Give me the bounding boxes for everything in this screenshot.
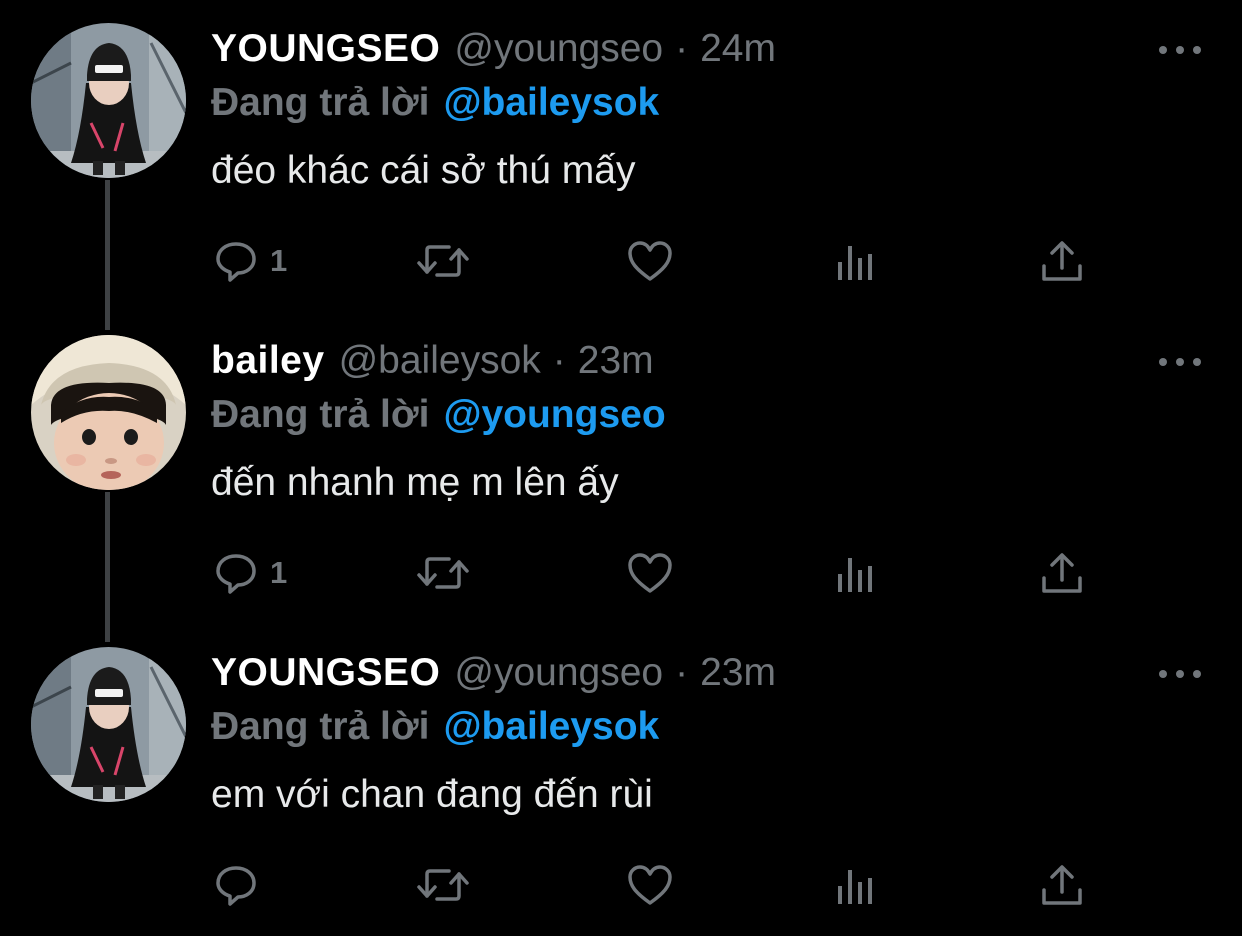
tweet[interactable]: YOUNGSEO @youngseo · 24m Đang trả lời @b… xyxy=(0,0,1242,312)
user-handle[interactable]: @youngseo xyxy=(454,651,663,695)
share-button[interactable] xyxy=(1040,857,1084,913)
heart-icon xyxy=(628,865,672,905)
mention-link[interactable]: @baileysok xyxy=(443,81,659,125)
more-icon[interactable] xyxy=(1158,352,1202,372)
reply-count: 1 xyxy=(270,555,288,590)
analytics-button[interactable] xyxy=(836,857,876,913)
more-icon[interactable] xyxy=(1158,664,1202,684)
analytics-button[interactable] xyxy=(836,233,876,289)
analytics-icon xyxy=(838,246,872,280)
reply-button[interactable]: 1 xyxy=(214,545,287,601)
analytics-icon xyxy=(838,870,872,904)
tweet-text: đến nhanh mẹ m lên ấy xyxy=(211,461,619,504)
separator-dot: · xyxy=(675,651,689,694)
user-handle[interactable]: @youngseo xyxy=(454,27,663,71)
separator-dot: · xyxy=(675,27,689,70)
analytics-button[interactable] xyxy=(836,545,876,601)
share-button[interactable] xyxy=(1040,545,1084,601)
retweet-button[interactable] xyxy=(415,857,471,913)
share-button[interactable] xyxy=(1040,233,1084,289)
timestamp[interactable]: 23m xyxy=(700,651,776,695)
tweet[interactable]: bailey @baileysok · 23m Đang trả lời @yo… xyxy=(0,312,1242,624)
share-icon xyxy=(1042,553,1082,593)
like-button[interactable] xyxy=(626,233,674,289)
replying-to: Đang trả lời @baileysok xyxy=(211,702,659,752)
tweet-text: đéo khác cái sở thú mấy xyxy=(211,149,636,192)
like-button[interactable] xyxy=(626,545,674,601)
retweet-icon xyxy=(417,245,469,277)
separator-dot: · xyxy=(552,339,566,382)
tweet-actions xyxy=(0,857,1242,913)
tweet-actions: 1 xyxy=(0,545,1242,601)
replying-to-label: Đang trả lời xyxy=(211,705,430,748)
reply-icon xyxy=(216,242,256,282)
avatar[interactable] xyxy=(31,647,186,802)
replying-to-label: Đang trả lời xyxy=(211,81,430,124)
avatar[interactable] xyxy=(31,23,186,178)
timestamp[interactable]: 24m xyxy=(700,27,776,71)
tweet-header: YOUNGSEO @youngseo · 24m xyxy=(211,24,776,74)
reply-button[interactable] xyxy=(214,857,270,913)
heart-icon xyxy=(628,553,672,593)
tweet-actions: 1 xyxy=(0,233,1242,289)
reply-count: 1 xyxy=(270,243,288,278)
heart-icon xyxy=(628,241,672,281)
more-icon[interactable] xyxy=(1158,40,1202,60)
retweet-button[interactable] xyxy=(415,545,471,601)
tweet[interactable]: YOUNGSEO @youngseo · 23m Đang trả lời @b… xyxy=(0,624,1242,936)
display-name[interactable]: YOUNGSEO xyxy=(211,651,440,695)
retweet-icon xyxy=(417,869,469,901)
mention-link[interactable]: @baileysok xyxy=(443,705,659,749)
timestamp[interactable]: 23m xyxy=(578,339,654,383)
reply-button[interactable]: 1 xyxy=(214,233,287,289)
tweet-header: YOUNGSEO @youngseo · 23m xyxy=(211,648,776,698)
avatar[interactable] xyxy=(31,335,186,490)
tweet-text: em với chan đang đến rùi xyxy=(211,773,653,816)
retweet-button[interactable] xyxy=(415,233,471,289)
like-button[interactable] xyxy=(626,857,674,913)
share-icon xyxy=(1042,241,1082,281)
conversation-thread: YOUNGSEO @youngseo · 24m Đang trả lời @b… xyxy=(0,0,1242,915)
display-name[interactable]: bailey xyxy=(211,339,325,383)
analytics-icon xyxy=(838,558,872,592)
mention-link[interactable]: @youngseo xyxy=(443,393,665,437)
tweet-header: bailey @baileysok · 23m xyxy=(211,336,654,386)
share-icon xyxy=(1042,865,1082,905)
reply-icon xyxy=(216,554,256,594)
display-name[interactable]: YOUNGSEO xyxy=(211,27,440,71)
replying-to: Đang trả lời @youngseo xyxy=(211,390,666,440)
replying-to-label: Đang trả lời xyxy=(211,393,430,436)
user-handle[interactable]: @baileysok xyxy=(339,339,541,383)
retweet-icon xyxy=(417,557,469,589)
reply-icon xyxy=(216,866,256,906)
replying-to: Đang trả lời @baileysok xyxy=(211,78,659,128)
